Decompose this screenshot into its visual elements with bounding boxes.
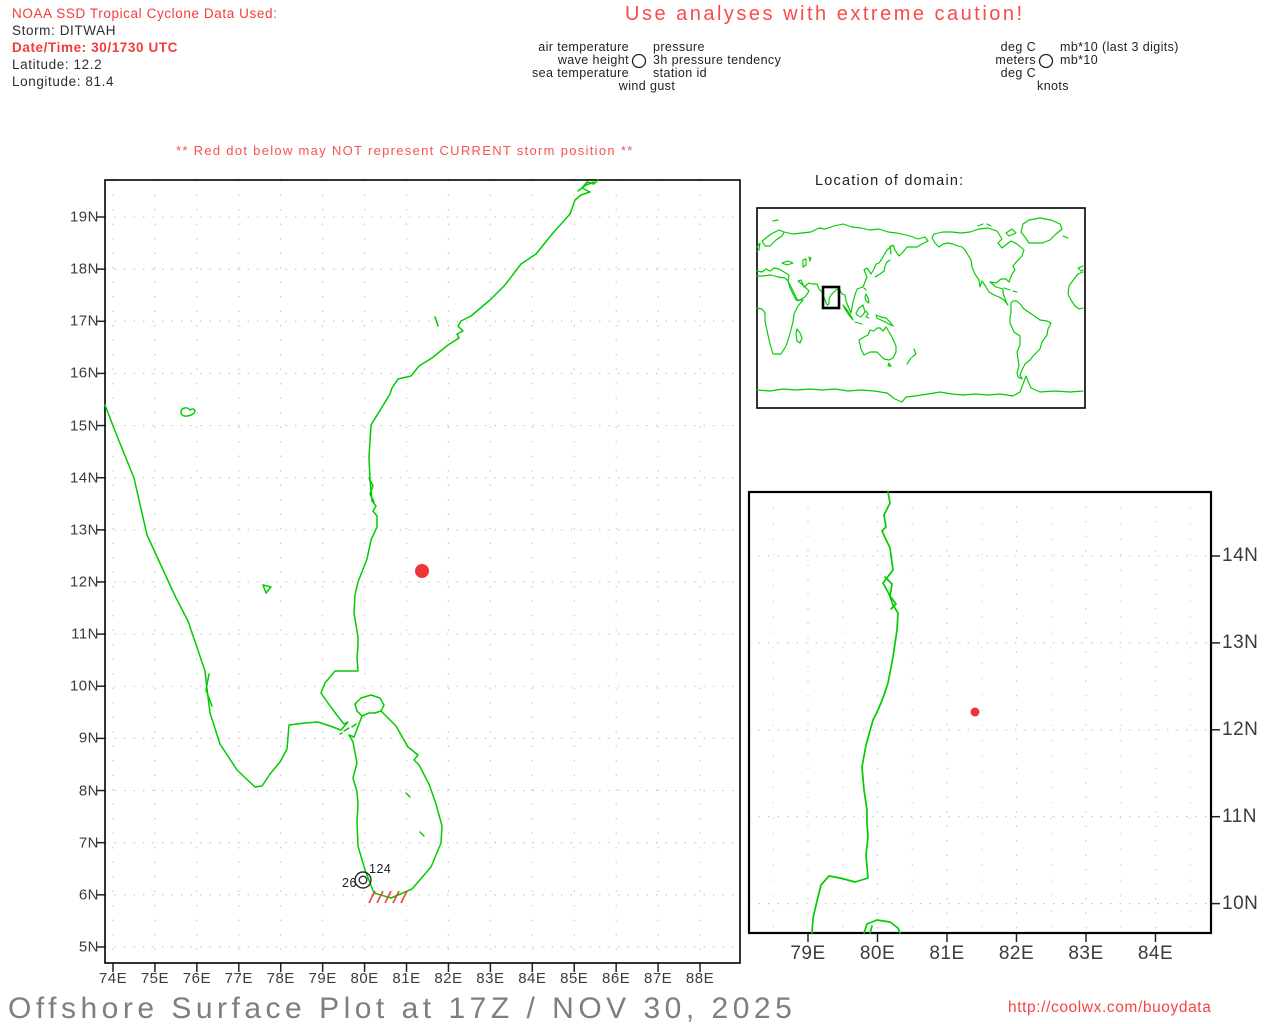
main-map: [96, 180, 740, 972]
lon-tick-label: 74E: [99, 970, 127, 987]
lat-tick-label: 7N: [79, 834, 99, 851]
storm-position-warning: ** Red dot below may NOT represent CURRE…: [176, 143, 634, 158]
lat-tick-label: 17N: [70, 313, 99, 330]
lat-tick-label: 5N: [79, 938, 99, 955]
lon-tick-label: 83E: [476, 970, 504, 987]
caution-banner: Use analyses with extreme caution!: [625, 3, 1025, 26]
header-datetime-line: Date/Time: 30/1730 UTC: [12, 40, 178, 55]
footer-title: Offshore Surface Plot at 17Z / NOV 30, 2…: [8, 992, 796, 1024]
units-knots: knots: [1037, 79, 1069, 93]
lon-tick-label: 84E: [518, 970, 546, 987]
legend-pressure: pressure: [653, 40, 705, 54]
lat-tick-label: 10N: [1222, 893, 1258, 915]
lon-tick-label: 85E: [560, 970, 588, 987]
header-longitude-line: Longitude: 81.4: [12, 74, 114, 89]
legend-air-temperature: air temperature: [538, 40, 629, 54]
storm-dot-main: [415, 564, 429, 578]
lat-tick-label: 12N: [1222, 719, 1258, 741]
lat-tick-label: 19N: [70, 209, 99, 226]
header-storm-line: Storm: DITWAH: [12, 23, 116, 38]
lat-tick-label: 13N: [70, 521, 99, 538]
zoom-map-coastline: [812, 492, 900, 933]
lon-tick-label: 86E: [602, 970, 630, 987]
legend-wind-gust: wind gust: [619, 79, 675, 93]
lat-tick-label: 14N: [70, 469, 99, 486]
lat-tick-label: 8N: [79, 782, 99, 799]
zoom-map-grid: [749, 492, 1211, 933]
lon-tick-label: 81E: [929, 943, 964, 965]
lat-tick-label: 9N: [79, 730, 99, 747]
lat-tick-label: 10N: [70, 678, 99, 695]
world-coastlines: [757, 218, 1083, 402]
lat-tick-label: 12N: [70, 573, 99, 590]
units-meters: meters: [995, 53, 1036, 67]
page: NOAA SSD Tropical Cyclone Data Used: Sto…: [0, 0, 1280, 1024]
legend-wave-height: wave height: [558, 53, 629, 67]
lon-tick-label: 77E: [225, 970, 253, 987]
zoom-map-ticks: [808, 556, 1220, 942]
lon-tick-label: 78E: [267, 970, 295, 987]
lon-tick-label: 81E: [392, 970, 420, 987]
units-mb10: mb*10: [1060, 53, 1098, 67]
lon-tick-label: 79E: [790, 943, 825, 965]
station-pressure-value: 124: [369, 862, 391, 876]
lon-tick-label: 79E: [309, 970, 337, 987]
lon-tick-label: 82E: [999, 943, 1034, 965]
lat-tick-label: 11N: [71, 626, 99, 643]
lat-tick-label: 16N: [70, 365, 99, 382]
lon-tick-label: 83E: [1068, 943, 1103, 965]
header-latitude-line: Latitude: 12.2: [12, 57, 102, 72]
lat-tick-label: 6N: [79, 886, 99, 903]
units-deg-c-air: deg C: [1001, 40, 1036, 54]
lon-tick-label: 75E: [141, 970, 169, 987]
lon-tick-label: 76E: [183, 970, 211, 987]
lat-tick-label: 14N: [1222, 545, 1258, 567]
lon-tick-label: 80E: [350, 970, 378, 987]
lat-tick-label: 18N: [70, 261, 99, 278]
lat-tick-label: 15N: [70, 417, 99, 434]
world-inset-map: [757, 208, 1085, 408]
main-map-ticks: [96, 217, 700, 972]
station-model-circle-icon: [633, 55, 646, 68]
header-noaa-line: NOAA SSD Tropical Cyclone Data Used:: [12, 6, 277, 21]
station-plot: [355, 872, 407, 903]
inset-title: Location of domain:: [815, 173, 964, 189]
legend-pressure-tendency: 3h pressure tendency: [653, 53, 781, 67]
storm-dot-zoom: [971, 708, 980, 717]
lat-tick-label: 11N: [1222, 806, 1257, 828]
legend-sea-temperature: sea temperature: [532, 66, 629, 80]
units-deg-c-sea: deg C: [1001, 66, 1036, 80]
zoom-map: [749, 492, 1220, 942]
units-mb10-last3: mb*10 (last 3 digits): [1060, 40, 1179, 54]
lon-tick-label: 82E: [434, 970, 462, 987]
zoom-map-border: [749, 492, 1211, 933]
lon-tick-label: 84E: [1138, 943, 1173, 965]
footer-url-link[interactable]: http://coolwx.com/buoydata: [1008, 999, 1211, 1017]
legend-station-id: station id: [653, 66, 707, 80]
lon-tick-label: 88E: [686, 970, 714, 987]
units-model-circle-icon: [1040, 55, 1053, 68]
lon-tick-label: 80E: [860, 943, 895, 965]
station-sea-temp-value: 26: [342, 876, 357, 890]
lon-tick-label: 87E: [644, 970, 672, 987]
lat-tick-label: 13N: [1222, 632, 1258, 654]
